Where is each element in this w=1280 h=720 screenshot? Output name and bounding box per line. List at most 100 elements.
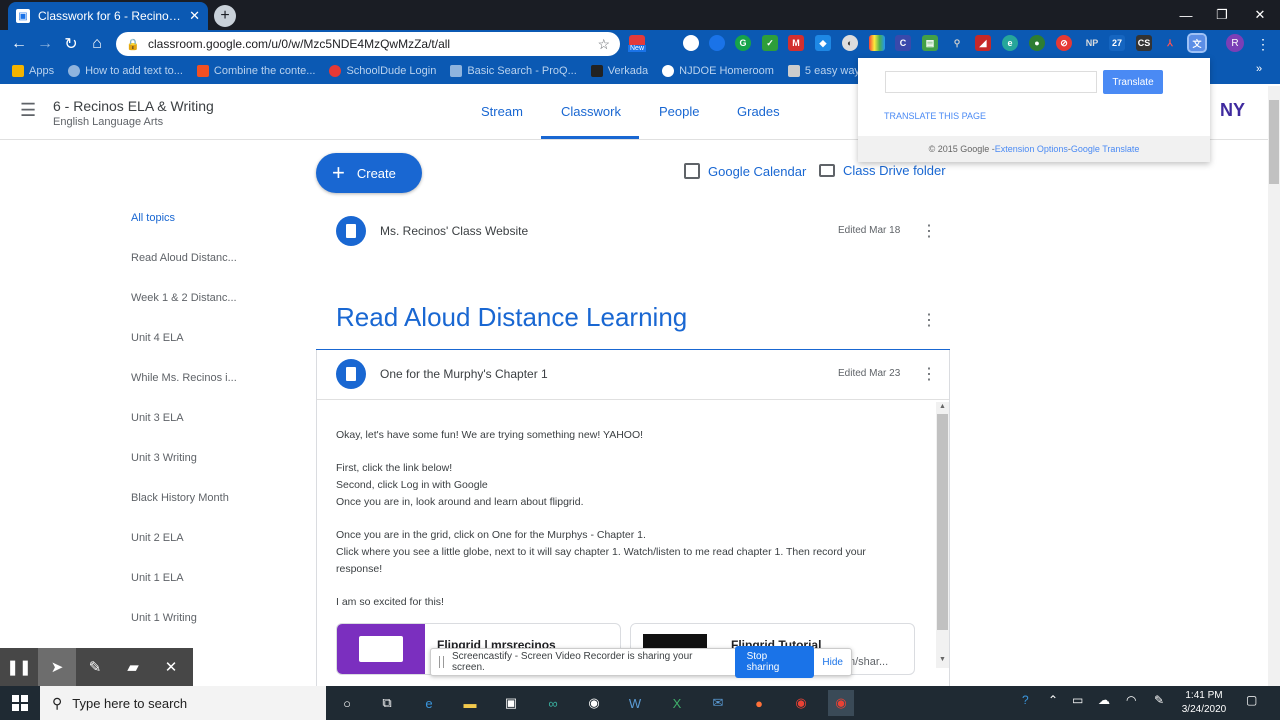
ny-giants-logo[interactable]: NY	[1220, 100, 1246, 122]
scroll-up-icon[interactable]: ▲	[939, 403, 946, 410]
tab-grades[interactable]: Grades	[737, 104, 780, 119]
windows-start-icon[interactable]	[0, 686, 40, 720]
topic-item[interactable]: Unit 2 ELA	[131, 532, 184, 544]
close-toolbar-icon[interactable]: ✕	[152, 648, 190, 686]
class-drive-folder-link[interactable]: Class Drive folder	[819, 163, 946, 178]
hide-link[interactable]: Hide	[822, 657, 843, 668]
topic-item[interactable]: Unit 4 ELA	[131, 332, 184, 344]
drag-handle-icon[interactable]	[439, 656, 444, 668]
grammarly-icon[interactable]: G	[735, 35, 751, 51]
class-name[interactable]: 6 - Recinos ELA & Writing	[53, 98, 214, 114]
google-translate-extension-icon[interactable]: 文	[1187, 33, 1207, 53]
red-extension-icon[interactable]: ◢	[975, 35, 991, 51]
topic-item[interactable]: Unit 1 ELA	[131, 572, 184, 584]
main-menu-icon[interactable]: ☰	[20, 100, 40, 120]
pen-workspace-icon[interactable]: ✎	[1154, 693, 1164, 707]
bookmark-item[interactable]: Basic Search - ProQ...	[450, 65, 577, 77]
pen-icon[interactable]: ✎	[76, 648, 114, 686]
topic-item[interactable]: Unit 3 Writing	[131, 452, 197, 464]
wifi-icon[interactable]: ◠	[1126, 693, 1136, 707]
cs-extension-icon[interactable]: CS	[1136, 35, 1152, 51]
chrome-active-icon[interactable]: ◉	[828, 690, 854, 716]
mail-icon[interactable]: ✉	[705, 690, 731, 716]
chrome-menu-icon[interactable]: ⋮	[1252, 33, 1274, 55]
minimize-window-button[interactable]: —	[1166, 0, 1206, 30]
bookmark-item[interactable]: SchoolDude Login	[329, 65, 436, 77]
pause-icon[interactable]: ❚❚	[0, 648, 38, 686]
calendar-27-extension-icon[interactable]: 27	[1109, 35, 1125, 51]
topic-item[interactable]: While Ms. Recinos i...	[131, 372, 237, 384]
tab-stream[interactable]: Stream	[481, 104, 523, 119]
more-bookmarks-icon[interactable]: »	[1256, 63, 1262, 75]
docs-extension-icon[interactable]: ▤	[922, 35, 938, 51]
stop-sharing-button[interactable]: Stop sharing	[734, 646, 815, 678]
bookmark-star-icon[interactable]: ☆	[597, 36, 610, 53]
topic-item[interactable]: Unit 1 Writing	[131, 612, 197, 624]
chrome-icon[interactable]: ◉	[788, 690, 814, 716]
assignment-title[interactable]: One for the Murphy's Chapter 1	[380, 367, 548, 381]
cursor-icon[interactable]: ➤	[38, 648, 76, 686]
google-calendar-link[interactable]: Google Calendar	[684, 163, 806, 179]
bookmark-item[interactable]: Combine the conte...	[196, 65, 315, 77]
firefox-icon[interactable]: ●	[746, 690, 772, 716]
create-button[interactable]: + Create	[316, 153, 422, 193]
m-extension-icon[interactable]: M	[788, 35, 804, 51]
translate-this-page-link[interactable]: TRANSLATE THIS PAGE	[884, 111, 986, 121]
teal-extension-icon[interactable]: e	[1002, 35, 1018, 51]
extension-o-icon[interactable]	[709, 35, 725, 51]
cortana-icon[interactable]: ○	[334, 690, 360, 716]
location-extension-icon[interactable]: ⚲	[949, 35, 965, 51]
c-extension-icon[interactable]: C	[895, 35, 911, 51]
assignment-more-options-icon[interactable]: ⋮	[921, 364, 937, 384]
topic-all[interactable]: All topics	[131, 212, 175, 224]
device-icon[interactable]: ▭	[1072, 693, 1083, 707]
tab-classwork[interactable]: Classwork	[561, 104, 621, 119]
close-window-button[interactable]: ✕	[1240, 0, 1280, 30]
diamond-extension-icon[interactable]: ◆	[815, 35, 831, 51]
evernote-extension-icon[interactable]: ●	[1029, 35, 1045, 51]
new-tab-button[interactable]: +	[214, 5, 236, 27]
topic-item[interactable]: Week 1 & 2 Distanc...	[131, 292, 237, 304]
bookmark-item[interactable]: Verkada	[590, 65, 648, 77]
bookmark-item[interactable]: NJDOE Homeroom	[662, 65, 774, 77]
class-website-item-title[interactable]: Ms. Recinos' Class Website	[380, 224, 528, 238]
translate-button[interactable]: Translate	[1103, 70, 1163, 94]
google-translate-link[interactable]: Google Translate	[1071, 144, 1140, 154]
task-view-icon[interactable]: ⧉	[374, 690, 400, 716]
section-more-options-icon[interactable]: ⋮	[921, 310, 937, 330]
color-grid-extension-icon[interactable]	[869, 35, 885, 51]
acrobat-extension-icon[interactable]: ⅄	[1162, 35, 1178, 51]
notifications-icon[interactable]: ▢	[1246, 693, 1257, 707]
store-icon[interactable]: ▣	[498, 690, 524, 716]
scroll-down-icon[interactable]: ▼	[939, 656, 946, 663]
np-extension-icon[interactable]: NP	[1081, 35, 1103, 51]
excel-icon[interactable]: X	[664, 690, 690, 716]
page-scrollbar-thumb[interactable]	[1269, 100, 1279, 184]
close-tab-icon[interactable]: ✕	[189, 8, 200, 24]
translate-input[interactable]	[885, 71, 1097, 93]
restore-window-button[interactable]: ❐	[1202, 0, 1242, 30]
reload-icon[interactable]: ↻	[60, 33, 82, 55]
profile-avatar[interactable]: R	[1226, 34, 1244, 52]
forward-icon[interactable]: →	[34, 33, 56, 55]
topic-item[interactable]: Unit 3 ELA	[131, 412, 184, 424]
address-bar-url[interactable]: classroom.google.com/u/0/w/Mzc5NDE4MzQwM…	[148, 37, 597, 51]
help-icon[interactable]: ?	[1022, 693, 1029, 707]
eraser-icon[interactable]: ▰	[114, 648, 152, 686]
card-scrollbar-thumb[interactable]	[937, 414, 948, 630]
more-options-icon[interactable]: ⋮	[921, 221, 937, 241]
stop-extension-icon[interactable]: ⊘	[1056, 35, 1072, 51]
topic-item[interactable]: Read Aloud Distanc...	[131, 252, 237, 264]
app-icon[interactable]: ◉	[581, 690, 607, 716]
lens-extension-icon[interactable]: ◐	[842, 35, 858, 51]
word-icon[interactable]: W	[622, 690, 648, 716]
bookmark-item[interactable]: How to add text to...	[68, 65, 183, 77]
show-hidden-icons[interactable]: ⌃	[1048, 693, 1058, 707]
arduino-icon[interactable]: ∞	[540, 690, 566, 716]
address-bar[interactable]: 🔒 classroom.google.com/u/0/w/Mzc5NDE4MzQ…	[116, 32, 620, 56]
bookmark-apps[interactable]: Apps	[12, 65, 54, 77]
topic-item[interactable]: Black History Month	[131, 492, 229, 504]
taskbar-clock[interactable]: 1:41 PM 3/24/2020	[1176, 689, 1232, 717]
check-extension-icon[interactable]: ✓	[762, 35, 778, 51]
tab-people[interactable]: People	[659, 104, 699, 119]
